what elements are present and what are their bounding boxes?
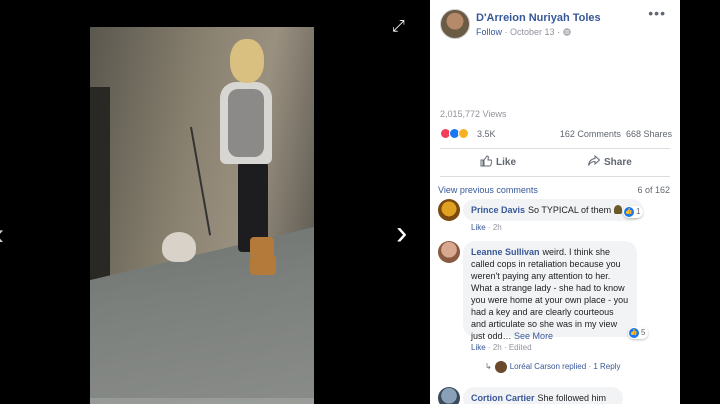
reply-arrow-icon: ↳ [485, 362, 492, 372]
see-more-link[interactable]: See More [514, 331, 553, 341]
comment-time[interactable]: 2h [493, 223, 502, 232]
post-meta: Follow · October 13 · [476, 27, 571, 37]
reply-text: Loréal Carson replied [509, 362, 587, 372]
share-arrow-icon [588, 154, 601, 166]
like-reaction-icon: 👍 [629, 328, 639, 338]
comment-reactions[interactable]: 👍 5 [628, 327, 649, 339]
view-count: 2,015,772 Views [440, 109, 507, 119]
video-viewer: ‹ › ⤢ [0, 0, 430, 404]
comment-reaction-count: 1 [636, 207, 641, 217]
video-controls-bar[interactable] [90, 398, 314, 404]
expand-icon[interactable]: ⤢ [392, 18, 405, 36]
view-previous-comments-link[interactable]: View previous comments [438, 185, 538, 195]
comment-text-line: weren't paying any attention to her. [471, 271, 611, 281]
thumbs-up-icon [480, 155, 493, 167]
comment-bubble: Leanne Sullivan weird. I think she called… [463, 241, 637, 341]
emoji-icon [613, 205, 622, 214]
video-frame-boot [250, 237, 274, 257]
more-options-icon[interactable]: ••• [648, 5, 666, 21]
video-frame-boot [250, 255, 276, 275]
comment-author[interactable]: Cortion Cartier [471, 393, 535, 403]
post-side-panel: D'Arreion Nuriyah Toles Follow · October… [430, 0, 680, 404]
comment-actions: Like · 2h · Edited [471, 343, 532, 352]
comments-shares-count: 162 Comments 668 Shares [560, 129, 672, 139]
comment-text-line: called cops in retaliation because you [471, 259, 621, 269]
avatar[interactable] [440, 9, 470, 39]
chevron-right-icon[interactable]: › [396, 214, 407, 253]
comment-time[interactable]: 2h [493, 343, 502, 352]
avatar [494, 361, 507, 373]
video-player[interactable] [90, 27, 314, 404]
video-frame-person-head [230, 39, 264, 83]
divider [440, 148, 670, 149]
comment-pager: 6 of 162 [637, 185, 670, 195]
avatar[interactable] [438, 241, 460, 263]
comment-actions: Like · 2h [471, 223, 502, 232]
comment-reaction-count: 5 [641, 328, 646, 338]
like-reaction-icon: 👍 [624, 207, 634, 217]
reaction-count[interactable]: 3.5K [477, 129, 496, 139]
comment-text-line: you were home at your own place - you [471, 295, 629, 305]
comment-text: She followed him [537, 393, 607, 403]
comment-text: So TYPICAL of them [528, 205, 612, 215]
video-frame-vest [228, 89, 264, 157]
comment-reactions[interactable]: 👍 1 [623, 206, 644, 218]
reply-count: 1 Reply [593, 362, 621, 372]
avatar[interactable] [438, 387, 460, 404]
comment-text-line: just odd… [471, 331, 512, 341]
reactions-summary: 3.5K 162 Comments 668 Shares [440, 128, 672, 142]
post-actions: Like Share [440, 150, 670, 174]
post-date[interactable]: October 13 [510, 27, 555, 37]
haha-reaction-icon [458, 128, 469, 140]
follow-link[interactable]: Follow [476, 27, 502, 37]
avatar[interactable] [438, 199, 460, 221]
like-button[interactable]: Like [480, 155, 516, 168]
comment-author[interactable]: Prince Davis [471, 205, 525, 215]
share-label: Share [604, 157, 632, 168]
shares-count[interactable]: 668 Shares [626, 129, 672, 139]
edited-label[interactable]: Edited [509, 343, 532, 352]
page-background [680, 0, 720, 404]
reaction-icons[interactable] [440, 128, 469, 140]
divider [440, 176, 670, 177]
comment-text-line: weird. I think she [542, 247, 611, 257]
globe-icon [562, 27, 571, 37]
chevron-left-icon[interactable]: ‹ [0, 218, 4, 252]
share-button[interactable]: Share [588, 154, 632, 168]
comment-text-line: had a key and are clearly courteous [471, 307, 614, 317]
replies-link[interactable]: ↳ Loréal Carson replied · 1 Reply [485, 361, 620, 373]
comment-like-link[interactable]: Like [471, 343, 486, 352]
post-header: D'Arreion Nuriyah Toles Follow · October… [440, 5, 674, 45]
comment-text-line: and articulate so she was in my view [471, 319, 618, 329]
author-name[interactable]: D'Arreion Nuriyah Toles [476, 12, 601, 24]
video-frame-dog [162, 232, 196, 262]
like-label: Like [496, 157, 517, 168]
comment-like-link[interactable]: Like [471, 223, 486, 232]
comment-bubble: Prince Davis So TYPICAL of them [463, 199, 643, 221]
comments-count[interactable]: 162 Comments [560, 129, 621, 139]
comment-bubble: Cortion Cartier She followed him [463, 387, 623, 404]
comment-text-line: What a strange lady - she had to know [471, 283, 625, 293]
comment-author[interactable]: Leanne Sullivan [471, 247, 540, 257]
